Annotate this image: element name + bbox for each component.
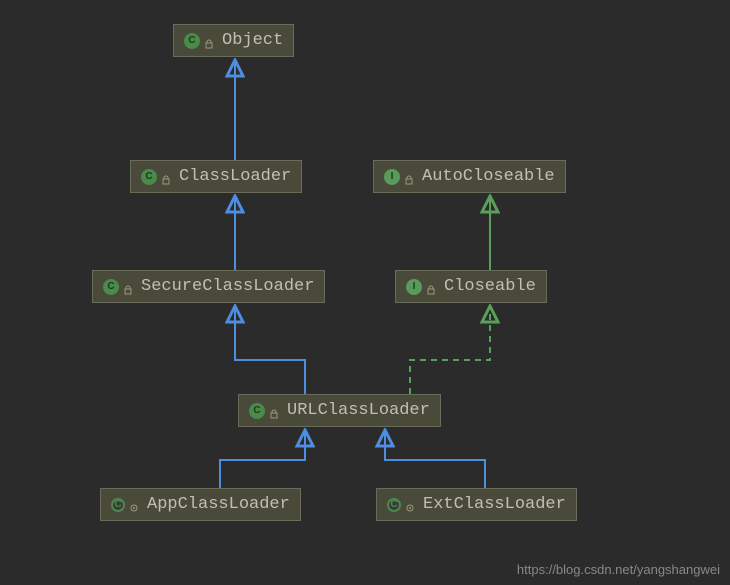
node-label: ClassLoader [179, 167, 291, 186]
class-node-urlclassloader: C URLClassLoader [238, 394, 441, 427]
lock-icon [123, 282, 133, 292]
class-node-appclassloader: C AppClassLoader [100, 488, 301, 521]
lock-icon [269, 406, 279, 416]
class-icon: C [387, 498, 401, 512]
watermark-text: https://blog.csdn.net/yangshangwei [517, 562, 720, 577]
lock-icon [204, 36, 214, 46]
interface-icon: I [406, 279, 422, 295]
gear-icon [405, 500, 415, 510]
node-label: ExtClassLoader [423, 495, 566, 514]
class-node-extclassloader: C ExtClassLoader [376, 488, 577, 521]
class-node-object: C Object [173, 24, 294, 57]
node-label: AppClassLoader [147, 495, 290, 514]
node-label: SecureClassLoader [141, 277, 314, 296]
node-label: Object [222, 31, 283, 50]
class-icon: C [184, 33, 200, 49]
node-label: Closeable [444, 277, 536, 296]
interface-node-autocloseable: I AutoCloseable [373, 160, 566, 193]
interface-icon: I [384, 169, 400, 185]
node-label: AutoCloseable [422, 167, 555, 186]
node-label: URLClassLoader [287, 401, 430, 420]
class-icon: C [111, 498, 125, 512]
lock-icon [404, 172, 414, 182]
interface-node-closeable: I Closeable [395, 270, 547, 303]
class-icon: C [249, 403, 265, 419]
gear-icon [129, 500, 139, 510]
lock-icon [426, 282, 436, 292]
class-node-secureclassloader: C SecureClassLoader [92, 270, 325, 303]
lock-icon [161, 172, 171, 182]
class-icon: C [103, 279, 119, 295]
class-node-classloader: C ClassLoader [130, 160, 302, 193]
class-icon: C [141, 169, 157, 185]
